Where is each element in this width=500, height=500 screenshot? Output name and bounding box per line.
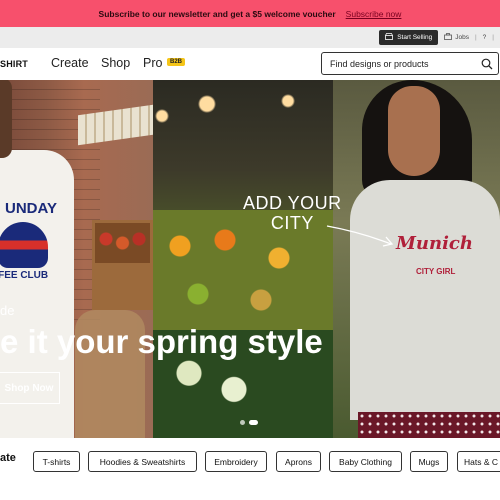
jobs-label: Jobs <box>455 34 469 41</box>
category-hats[interactable]: Hats & C <box>457 451 500 472</box>
utility-separator: | <box>474 34 477 41</box>
promo-message: Subscribe to our newsletter and get a $5… <box>98 8 336 19</box>
category-tshirts[interactable]: T-shirts <box>33 451 80 472</box>
carousel-dots <box>240 420 258 425</box>
model-right <box>350 80 500 438</box>
nav-shop[interactable]: Shop <box>101 56 130 70</box>
b2b-badge: B2B <box>167 58 186 66</box>
tee-print-top: UNDAY <box>5 200 57 217</box>
store-icon <box>385 33 394 42</box>
add-city-line: ADD YOUR <box>243 193 342 213</box>
main-nav: SHIRT Create Shop Pro B2B Find designs o… <box>0 48 500 80</box>
shirt-print-sub: CITY GIRL <box>416 267 456 276</box>
promo-banner: Subscribe to our newsletter and get a $5… <box>0 0 500 27</box>
shirt-print-city: Munich <box>396 233 473 254</box>
briefcase-icon <box>444 33 453 42</box>
help-icon[interactable]: ? <box>483 34 487 41</box>
hero-carousel[interactable]: UNDAY FFEE CLUB Munich CITY GIRL ADD YOU… <box>0 80 500 438</box>
utility-separator-2: | <box>492 34 494 41</box>
carousel-dot[interactable] <box>240 420 245 425</box>
shop-now-button[interactable]: Shop Now <box>0 372 60 404</box>
category-bar: ate T-shirts Hoodies & Sweatshirts Embro… <box>0 438 500 500</box>
hero-title: e it your spring style <box>0 323 323 360</box>
start-selling-label: Start Selling <box>397 34 433 41</box>
category-mugs[interactable]: Mugs <box>410 451 448 472</box>
search-icon[interactable] <box>481 58 493 72</box>
subscribe-link[interactable]: Subscribe now <box>346 9 402 19</box>
category-aprons[interactable]: Aprons <box>276 451 321 472</box>
category-baby-clothing[interactable]: Baby Clothing <box>329 451 402 472</box>
category-embroidery[interactable]: Embroidery <box>205 451 267 472</box>
search-input[interactable]: Find designs or products <box>321 52 499 75</box>
utility-bar: Start Selling Jobs | ? | <box>0 27 500 48</box>
logo[interactable]: SHIRT <box>0 59 28 69</box>
tee-print-bottom: FFEE CLUB <box>0 270 49 281</box>
hero-subtitle: de <box>0 303 15 318</box>
nav-create[interactable]: Create <box>51 56 89 70</box>
nav-pro[interactable]: Pro <box>143 56 162 70</box>
jobs-link[interactable]: Jobs <box>444 33 469 42</box>
hero-image-market <box>153 80 333 438</box>
arrow-icon <box>326 225 394 247</box>
start-selling-button[interactable]: Start Selling <box>379 30 439 45</box>
categories-title: ate <box>0 452 16 464</box>
search-placeholder: Find designs or products <box>330 58 429 69</box>
carousel-dot-active[interactable] <box>249 420 258 425</box>
category-hoodies[interactable]: Hoodies & Sweatshirts <box>88 451 197 472</box>
